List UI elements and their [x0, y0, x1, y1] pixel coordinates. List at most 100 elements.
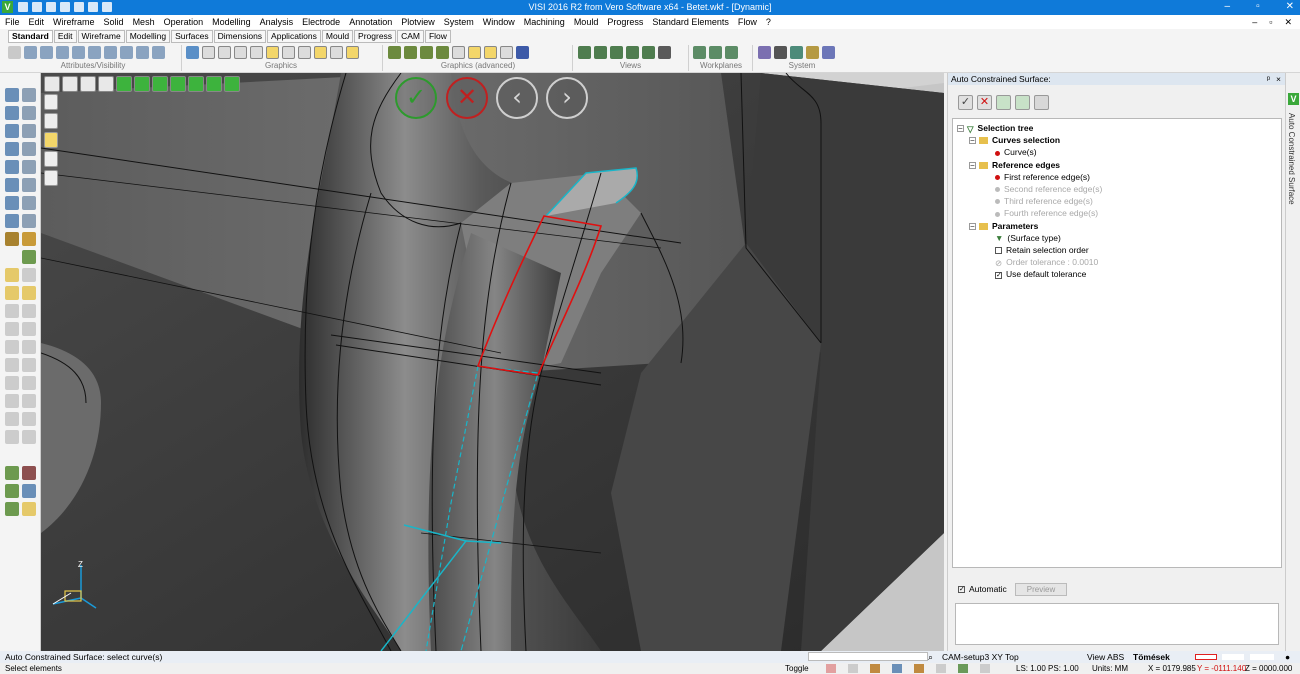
use-default-tolerance-checkbox[interactable]: ✓ Use default tolerance [953, 268, 1281, 280]
display-mode-5-icon[interactable] [44, 170, 58, 186]
display-mode-3-icon[interactable] [44, 132, 58, 148]
system-options-icon[interactable] [790, 45, 803, 59]
offset-tool-icon[interactable] [5, 430, 19, 444]
tree-node-curves-selection[interactable]: – Curves selection [953, 134, 1281, 146]
edit-icon[interactable] [22, 124, 36, 138]
cube-icon[interactable] [516, 45, 529, 59]
color-icon[interactable] [152, 45, 165, 59]
viewport-select-icon[interactable] [98, 76, 114, 92]
copy-icon[interactable] [22, 160, 36, 174]
plane-tool-icon[interactable] [5, 394, 19, 408]
text-tool-icon[interactable] [22, 322, 36, 336]
graphics-viewport[interactable]: Z [41, 73, 944, 651]
color-preview[interactable] [1222, 654, 1244, 660]
panel-ok-icon[interactable]: ✓ [958, 95, 973, 110]
system-settings-icon[interactable] [822, 45, 835, 59]
colour-tool-icon[interactable] [5, 502, 19, 516]
cube-tool-icon[interactable] [22, 394, 36, 408]
hatch-tool-icon[interactable] [5, 376, 19, 390]
view-cube-right-icon[interactable] [206, 76, 222, 92]
point-tool-icon[interactable] [5, 304, 19, 318]
pattern-tool-icon[interactable] [22, 358, 36, 372]
select-point-icon[interactable] [5, 88, 19, 102]
tree-node-second-edge[interactable]: Second reference edge(s) [953, 183, 1281, 195]
view-cube-top-icon[interactable] [152, 76, 168, 92]
line-tool-icon[interactable] [5, 268, 19, 282]
tree-node-curves[interactable]: Curve(s) [953, 146, 1281, 158]
search-icon[interactable]: ⌕ [928, 651, 933, 663]
select-filter-icon[interactable] [5, 214, 19, 228]
display-options-icon[interactable] [330, 45, 343, 59]
rectangle-tool-icon[interactable] [5, 322, 19, 336]
viewport-layout-icon[interactable] [80, 76, 96, 92]
pen-preview[interactable] [1250, 654, 1274, 660]
delete-icon[interactable] [22, 232, 36, 246]
system-grid-icon[interactable] [758, 45, 771, 59]
corner-tool-icon[interactable] [5, 358, 19, 372]
layer-icon[interactable] [24, 45, 37, 59]
redraw-icon[interactable] [186, 45, 199, 59]
menu-analysis[interactable]: Analysis [260, 15, 294, 29]
network-tool-icon[interactable] [22, 484, 36, 498]
menu-mesh[interactable]: Mesh [133, 15, 155, 29]
menu-system[interactable]: System [444, 15, 474, 29]
units-status[interactable]: Units: MM [1092, 663, 1128, 674]
close-button[interactable]: ✕ [1286, 1, 1294, 12]
scale-icon[interactable] [22, 214, 36, 228]
menu-edit[interactable]: Edit [29, 15, 45, 29]
smooth-shade-icon[interactable] [314, 45, 327, 59]
tree-node-root[interactable]: – ▽ Selection tree [953, 122, 1281, 134]
rotate-icon[interactable] [642, 45, 655, 59]
swap-visibility-icon[interactable] [72, 45, 85, 59]
menu-progress[interactable]: Progress [607, 15, 643, 29]
tab-mould[interactable]: Mould [321, 30, 354, 43]
next-step-button[interactable]: › [546, 77, 588, 119]
doc-restore-button[interactable]: ▫ [1269, 15, 1272, 29]
circle-tool-icon[interactable] [5, 286, 19, 300]
arc-tool-icon[interactable] [5, 340, 19, 354]
hidden-line-icon[interactable] [218, 45, 231, 59]
fillet-tool-icon[interactable] [22, 412, 36, 426]
show-all-icon[interactable] [120, 45, 133, 59]
status-layer-icon[interactable] [870, 664, 880, 673]
tree-node-reference-edges[interactable]: – Reference edges [953, 159, 1281, 171]
workplane-axis-icon[interactable] [725, 45, 738, 59]
side-tab-logo-icon[interactable]: V [1288, 93, 1299, 105]
section-icon[interactable] [298, 45, 311, 59]
menu-standard-elements[interactable]: Standard Elements [652, 15, 729, 29]
menu-operation[interactable]: Operation [164, 15, 204, 29]
shaded-icon[interactable] [234, 45, 247, 59]
selection-filter-icon[interactable] [468, 45, 481, 59]
dimension-tool-icon[interactable] [22, 340, 36, 354]
mirror-icon[interactable] [22, 142, 36, 156]
tab-wireframe[interactable]: Wireframe [77, 30, 125, 43]
maximize-button[interactable]: ▫ [1256, 1, 1260, 12]
panel-load-icon[interactable] [1015, 95, 1030, 110]
surface-tool-icon[interactable] [22, 376, 36, 390]
clip-plane-icon[interactable] [404, 45, 417, 59]
body-tool-icon[interactable] [5, 412, 19, 426]
select-chain-icon[interactable] [5, 124, 19, 138]
workplane-origin-icon[interactable] [709, 45, 722, 59]
select-help-icon[interactable] [5, 196, 19, 210]
tab-cam[interactable]: CAM [397, 30, 424, 43]
confirm-button[interactable]: ✓ [395, 77, 437, 119]
view-cube-left-icon[interactable] [188, 76, 204, 92]
tab-edit[interactable]: Edit [53, 30, 77, 43]
menu-annotation[interactable]: Annotation [349, 15, 392, 29]
viewport-view-icon[interactable] [62, 76, 78, 92]
side-tab-label[interactable]: Auto Constrained Surface [1287, 113, 1296, 205]
ellipse-tool-icon[interactable] [22, 304, 36, 318]
view-status[interactable]: View ABS [1087, 651, 1124, 663]
menu-window[interactable]: Window [483, 15, 515, 29]
view-cube-back-icon[interactable] [134, 76, 150, 92]
display-mode-1-icon[interactable] [44, 94, 58, 110]
menu-mould[interactable]: Mould [574, 15, 599, 29]
panel-cancel-icon[interactable]: ✕ [977, 95, 992, 110]
extend-icon[interactable] [22, 106, 36, 120]
menu-solid[interactable]: Solid [104, 15, 124, 29]
pencil-tool-icon[interactable] [22, 502, 36, 516]
tab-progress[interactable]: Progress [354, 30, 397, 43]
tab-standard[interactable]: Standard [8, 30, 53, 43]
previous-step-button[interactable]: ‹ [496, 77, 538, 119]
